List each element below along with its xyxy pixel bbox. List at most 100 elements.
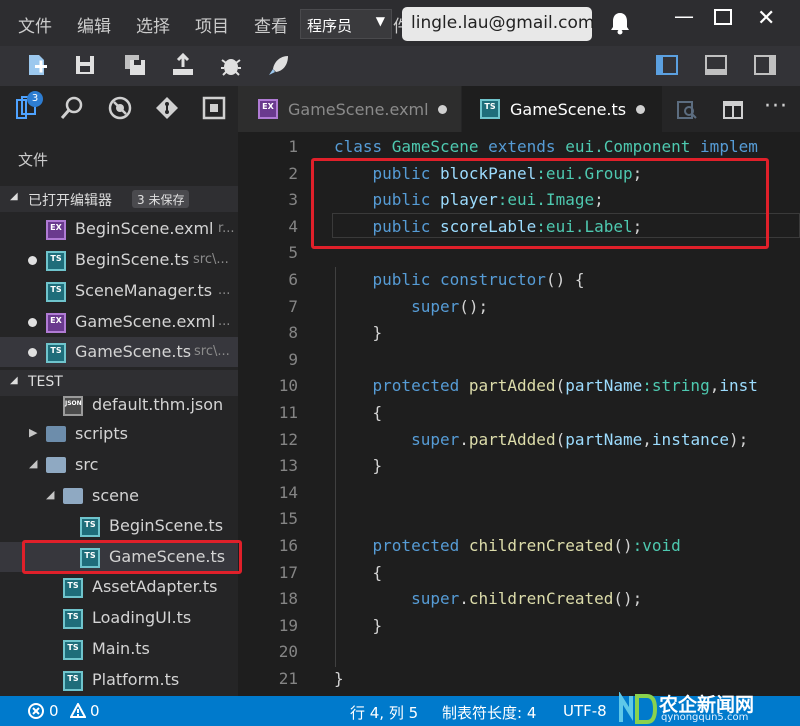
open-editor-item[interactable]: TS SceneManager.ts ... (0, 276, 238, 306)
file-name: AssetAdapter.ts (92, 577, 218, 596)
open-editor-item-active[interactable]: TS GameScene.ts src\... (0, 337, 238, 367)
tree-item[interactable]: TS Main.ts (0, 634, 238, 664)
project-label: TEST (28, 374, 63, 390)
code-token: protected (372, 536, 469, 555)
save-icon[interactable] (72, 52, 98, 78)
open-editor-item[interactable]: EX GameScene.exml ... (0, 307, 238, 337)
encoding[interactable]: UTF-8 (563, 702, 607, 720)
tab-gamescene-exml[interactable]: EX GameScene.exml (238, 86, 461, 132)
unsaved-dot[interactable] (438, 105, 447, 114)
warning-count[interactable]: 0 (90, 702, 100, 720)
code-line[interactable]: } (334, 323, 383, 343)
file-path: r... (218, 221, 235, 236)
code-token: instance (651, 429, 729, 449)
tab-gamescene-ts[interactable]: TS GameScene.ts (462, 86, 662, 132)
code-token: inst (719, 376, 758, 396)
publish-icon[interactable] (170, 52, 196, 78)
tree-item[interactable]: JSON default.thm.json (0, 390, 238, 420)
code-line[interactable]: } (334, 669, 344, 688)
error-count[interactable]: 0 (49, 702, 59, 720)
code-line[interactable]: } (334, 456, 383, 475)
tab-size[interactable]: 制表符长度: 4 (442, 702, 536, 723)
open-preview-icon[interactable] (676, 99, 698, 121)
activity-bar: 3 (0, 86, 238, 132)
code-line[interactable]: } (334, 616, 383, 635)
code-line[interactable]: super.childrenCreated(); (334, 589, 642, 608)
warning-icon[interactable] (70, 703, 86, 719)
code-line[interactable]: public constructor() { (334, 270, 585, 289)
editor-tab-bar: EX GameScene.exml TS GameScene.ts ··· (238, 86, 800, 132)
search-icon[interactable] (58, 94, 86, 122)
tree-item[interactable]: ▶ scripts (0, 419, 238, 449)
rocket-icon[interactable] (266, 52, 292, 78)
debug-icon[interactable] (106, 94, 134, 122)
line-number: 21 (278, 669, 298, 688)
file-path: src\... (193, 252, 229, 267)
menu-project[interactable]: 项目 (195, 12, 229, 37)
role-dropdown[interactable]: 程序员 ▼ (300, 9, 392, 39)
menu-bar: 文件 编辑 选择 项目 查看 程序员 ▼ 件 lingle.lau@gmail.… (0, 0, 800, 46)
code-line[interactable]: protected partAdded(partName:string,inst (334, 376, 758, 395)
line-number: 11 (278, 403, 298, 422)
ts-file-icon: TS (480, 99, 500, 119)
new-file-icon[interactable] (24, 52, 50, 78)
code-line[interactable]: { (334, 403, 383, 422)
open-editors-header[interactable]: ◢ 已打开编辑器 3 未保存 (0, 186, 238, 212)
bell-icon[interactable] (609, 11, 631, 35)
code-line[interactable]: super(); (334, 297, 488, 316)
extensions-icon[interactable] (200, 94, 228, 122)
file-name: SceneManager.ts (75, 281, 213, 300)
code-line[interactable]: class GameScene extends eui.Component im… (334, 137, 758, 156)
menu-view[interactable]: 查看 (254, 12, 288, 37)
cursor-position[interactable]: 行 4, 列 5 (350, 702, 418, 723)
maximize-icon[interactable] (714, 9, 732, 25)
code-token: (); (613, 589, 643, 609)
error-icon[interactable] (28, 703, 44, 719)
code-line[interactable]: super.partAdded(partName,instance); (334, 430, 748, 449)
file-path: ... (218, 314, 231, 329)
line-number: 12 (278, 430, 298, 449)
toggle-panel-icon[interactable] (703, 52, 729, 78)
tree-item[interactable]: TS BeginScene.ts (0, 511, 238, 541)
close-icon[interactable]: ✕ (757, 6, 775, 31)
line-number: 7 (288, 297, 298, 316)
split-editor-icon[interactable] (722, 99, 744, 121)
tree-item[interactable]: ◢ src (0, 450, 238, 480)
more-actions-icon[interactable]: ··· (764, 94, 788, 119)
code-token: partName (565, 429, 643, 449)
unsaved-dot[interactable] (636, 105, 645, 114)
file-path: src\... (194, 344, 230, 359)
code-token: . (459, 589, 469, 609)
account-email[interactable]: lingle.lau@gmail.com (402, 7, 594, 41)
code-token: ( (555, 376, 566, 396)
code-line[interactable]: protected childrenCreated():void (334, 536, 681, 555)
open-editor-item[interactable]: EX BeginScene.exml r... (0, 214, 238, 244)
source-control-icon[interactable] (153, 94, 181, 122)
tree-item[interactable]: TS Platform.ts (0, 665, 238, 695)
folder-icon (46, 426, 66, 442)
code-token: super (411, 429, 460, 449)
toggle-sidebar-icon[interactable] (654, 52, 680, 78)
folder-name: scripts (75, 424, 128, 443)
menu-select[interactable]: 选择 (136, 12, 170, 37)
code-token: childrenCreated (468, 589, 614, 609)
code-token: } (334, 323, 383, 343)
line-number: 3 (288, 190, 298, 209)
code-line[interactable]: { (334, 563, 383, 582)
minimize-icon[interactable]: — (674, 4, 694, 28)
debug-bug-icon[interactable] (218, 52, 244, 78)
open-editor-item[interactable]: TS BeginScene.ts src\... (0, 245, 238, 275)
line-number: 10 (278, 376, 298, 395)
code-token: constructor (439, 270, 546, 289)
code-token: (); (459, 296, 489, 316)
menu-edit[interactable]: 编辑 (77, 12, 111, 37)
save-all-icon[interactable] (122, 52, 148, 78)
tree-item[interactable]: TS LoadingUI.ts (0, 603, 238, 633)
tree-item[interactable]: ◢ scene (0, 481, 238, 511)
menu-file[interactable]: 文件 (18, 12, 52, 37)
json-file-icon: JSON (63, 396, 83, 416)
toggle-right-panel-icon[interactable] (752, 52, 778, 78)
tree-item[interactable]: TS AssetAdapter.ts (0, 572, 238, 602)
